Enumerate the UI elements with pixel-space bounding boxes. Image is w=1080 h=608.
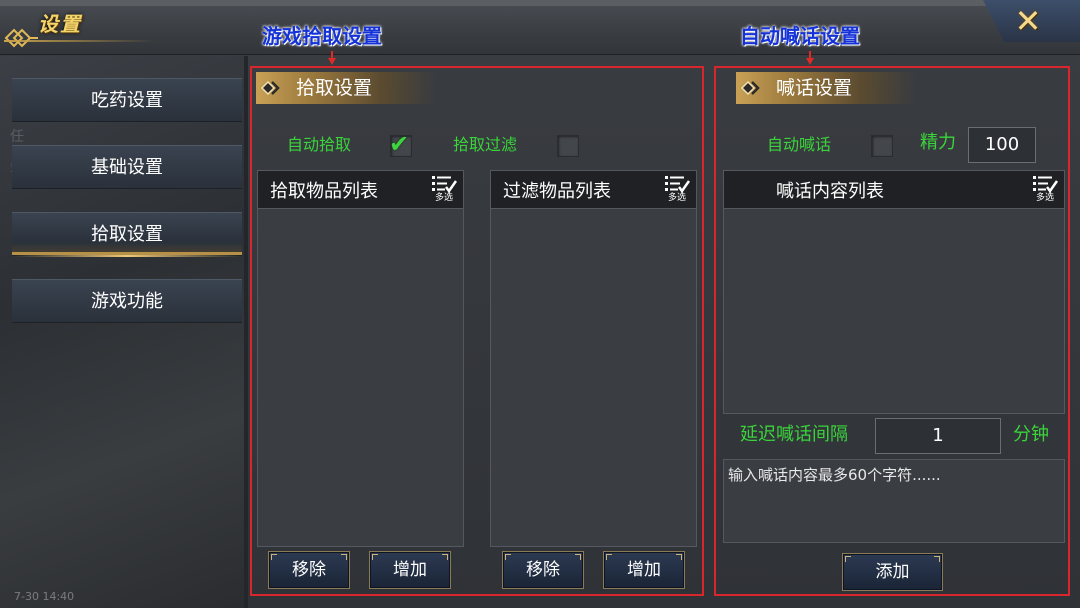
- sidebar-item-game-functions[interactable]: 游戏功能: [12, 279, 242, 323]
- multi-select-label: 多选: [1035, 193, 1054, 203]
- pickup-items-list[interactable]: 拾取物品列表 多选: [257, 170, 464, 547]
- panel-divider: [244, 56, 248, 608]
- title-bar: 设置 ✕: [0, 0, 1080, 55]
- auto-shout-checkbox[interactable]: [871, 135, 893, 157]
- background-text: 任: [10, 129, 24, 145]
- auto-pickup-checkbox[interactable]: ✔: [389, 130, 412, 158]
- pickup-filter-label: 拾取过滤: [453, 135, 518, 154]
- filter-items-list[interactable]: 过滤物品列表 多选: [490, 170, 697, 547]
- auto-shout-label: 自动喊话: [767, 135, 832, 154]
- delay-interval-label: 延迟喊话间隔: [740, 424, 848, 445]
- pickup-section-header: 拾取设置: [256, 72, 436, 104]
- pickup-remove-button[interactable]: 移除: [268, 551, 350, 589]
- auto-pickup-label: 自动拾取: [287, 135, 352, 154]
- settings-window: 设置 ✕ 游戏拾取设置 自动喊话设置 任 务 吃药设置 基础设置 拾取设置 游戏…: [0, 0, 1080, 608]
- sidebar-item-pickup[interactable]: 拾取设置: [12, 212, 242, 257]
- pickup-add-button[interactable]: 增加: [369, 551, 451, 589]
- filter-remove-button[interactable]: 移除: [502, 551, 584, 589]
- multi-select-button[interactable]: 多选: [1030, 175, 1060, 207]
- multi-select-button[interactable]: 多选: [429, 175, 459, 207]
- annotation-shout-settings: 自动喊话设置: [740, 24, 860, 48]
- filter-list-title: 过滤物品列表: [503, 181, 611, 202]
- multi-select-button[interactable]: 多选: [662, 175, 692, 207]
- multi-select-label: 多选: [667, 193, 686, 203]
- multi-select-label: 多选: [434, 193, 453, 203]
- close-button[interactable]: ✕: [1008, 4, 1048, 38]
- delay-interval-field[interactable]: 1: [875, 418, 1001, 454]
- check-icon: ✔: [389, 130, 410, 158]
- multi-select-icon: [1033, 176, 1058, 193]
- sidebar: 任 务 吃药设置 基础设置 拾取设置 游戏功能: [0, 56, 245, 608]
- annotation-arrow-icon: [806, 51, 814, 65]
- delay-unit-label: 分钟: [1013, 424, 1049, 445]
- timestamp: 7-30 14:40: [14, 590, 75, 603]
- multi-select-icon: [432, 176, 457, 193]
- shout-section-title: 喊话设置: [776, 77, 853, 99]
- sidebar-item-basic[interactable]: 基础设置: [12, 145, 242, 189]
- annotation-arrow-icon: [328, 51, 336, 65]
- pickup-filter-checkbox[interactable]: [557, 135, 579, 157]
- list-header: 过滤物品列表 多选: [491, 171, 696, 209]
- shout-list-title: 喊话内容列表: [776, 181, 884, 202]
- title-bar-stripe: [0, 0, 1080, 6]
- diamond-arrow-icon: [260, 80, 280, 96]
- shout-add-button[interactable]: 添加: [842, 553, 943, 591]
- diamond-arrow-icon: [740, 80, 760, 96]
- window-title: 设置: [38, 12, 82, 36]
- pickup-section-title: 拾取设置: [296, 77, 373, 99]
- energy-value-field[interactable]: 100: [968, 127, 1036, 163]
- close-icon: ✕: [1014, 2, 1042, 40]
- shout-section-header: 喊话设置: [736, 72, 916, 104]
- pickup-list-title: 拾取物品列表: [270, 181, 378, 202]
- list-header: 拾取物品列表 多选: [258, 171, 463, 209]
- filter-add-button[interactable]: 增加: [603, 551, 685, 589]
- diamond-emblem-icon: [4, 28, 38, 48]
- title-underline: [4, 40, 154, 42]
- energy-label: 精力: [920, 132, 956, 153]
- shout-content-input[interactable]: [723, 459, 1065, 543]
- sidebar-item-medicine[interactable]: 吃药设置: [12, 78, 242, 122]
- multi-select-icon: [665, 176, 690, 193]
- shout-content-list[interactable]: 喊话内容列表 多选: [723, 170, 1065, 414]
- list-header: 喊话内容列表 多选: [724, 171, 1064, 209]
- annotation-pickup-settings: 游戏拾取设置: [262, 24, 382, 48]
